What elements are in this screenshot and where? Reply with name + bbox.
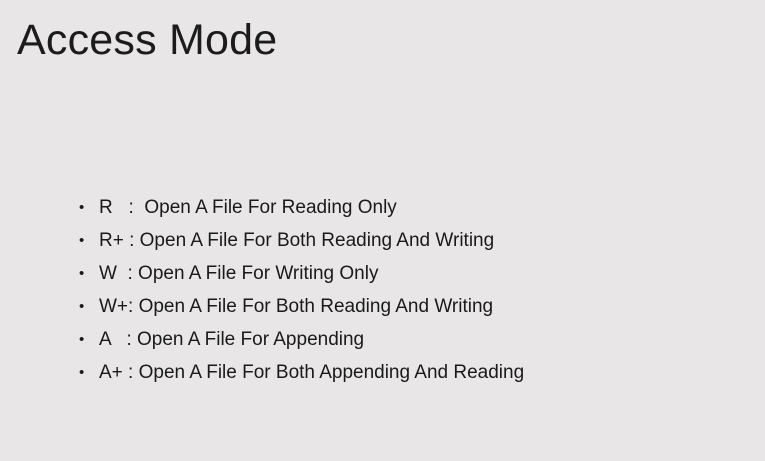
list-item: • R : Open A File For Reading Only [79,191,524,224]
list-item-text: A : Open A File For Appending [99,328,365,350]
list-item-text: W+: Open A File For Both Reading And Wri… [99,295,494,317]
bullet-icon: • [79,364,85,381]
list-item-text: R+ : Open A File For Both Reading And Wr… [99,229,495,251]
bullet-icon: • [79,232,85,249]
list-item-text: W : Open A File For Writing Only [99,262,379,284]
list-item-text: R : Open A File For Reading Only [99,196,397,218]
slide-title: Access Mode [17,16,278,64]
bullet-icon: • [79,331,85,348]
list-item-text: A+ : Open A File For Both Appending And … [99,361,525,383]
list-item: • W : Open A File For Writing Only [79,257,524,290]
list-item: • W+: Open A File For Both Reading And W… [79,290,524,323]
bullet-icon: • [79,265,85,282]
list-item: • A : Open A File For Appending [79,323,524,356]
access-mode-list: • R : Open A File For Reading Only • R+ … [79,191,524,389]
bullet-icon: • [79,298,85,315]
list-item: • R+ : Open A File For Both Reading And … [79,224,524,257]
slide: Access Mode • R : Open A File For Readin… [0,0,765,461]
list-item: • A+ : Open A File For Both Appending An… [79,356,524,389]
bullet-icon: • [79,199,85,216]
